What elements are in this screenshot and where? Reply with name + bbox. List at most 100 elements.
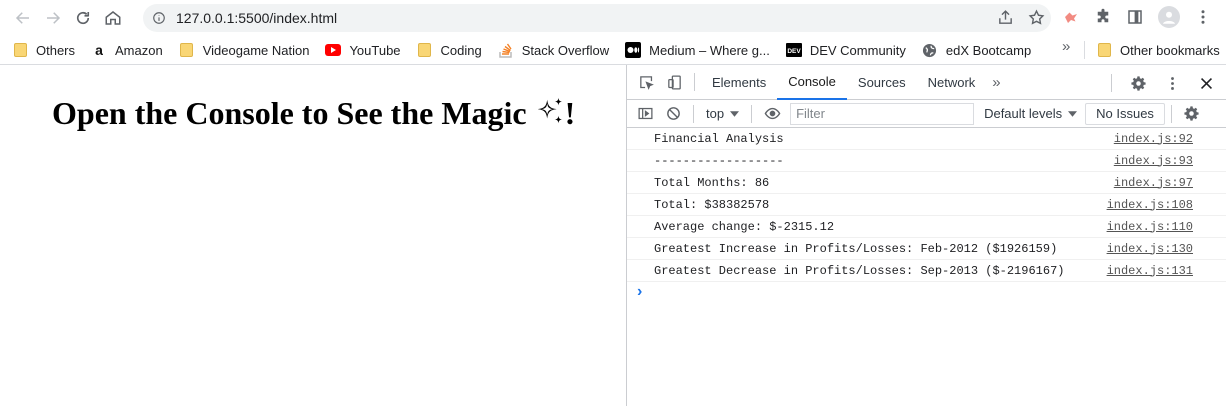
page-heading: Open the Console to See the Magic ! [52,95,575,132]
console-message: ------------------ index.js:93 [627,150,1226,172]
tab-console[interactable]: Console [777,65,847,100]
globe-icon [922,42,938,58]
message-text: Greatest Increase in Profits/Losses: Feb… [654,241,1058,256]
site-info-icon[interactable] [152,11,166,25]
bookmark-edx-bootcamp[interactable]: edX Bootcamp [914,38,1039,62]
source-link[interactable]: index.js:93 [1114,154,1193,168]
dev-icon: DEV [785,42,802,58]
source-link[interactable]: index.js:110 [1107,220,1193,234]
toolbar-divider [693,104,694,123]
console-settings-gear-icon[interactable] [1178,100,1206,128]
folder-icon [417,42,433,58]
tab-network[interactable]: Network [917,65,987,100]
home-icon[interactable] [98,3,128,33]
issues-button[interactable]: No Issues [1085,102,1165,125]
bookmark-amazon[interactable]: a Amazon [83,38,171,62]
bookmark-label: Others [36,42,76,58]
stackoverflow-icon [498,42,514,58]
source-link[interactable]: index.js:97 [1114,176,1193,190]
clear-console-icon[interactable] [659,100,687,128]
toolbar-divider [751,104,753,123]
bookmark-label: Medium – Where g... [649,42,770,58]
extension-logo-icon[interactable] [1062,8,1080,26]
page-heading-suffix: ! [564,95,576,131]
bookmark-youtube[interactable]: YouTube [317,38,408,62]
menu-kebab-icon[interactable] [1194,8,1212,26]
tab-sources[interactable]: Sources [847,65,917,100]
amazon-icon: a [95,42,103,58]
bookmarks-divider [1084,41,1085,59]
extensions-puzzle-icon[interactable] [1094,8,1112,26]
bookmark-label: YouTube [349,42,401,58]
console-filter-input[interactable]: Filter [790,102,975,125]
source-link[interactable]: index.js:92 [1114,132,1193,146]
message-text: ------------------ [654,153,784,168]
url-text[interactable]: 127.0.0.1:5500/index.html [176,10,337,26]
devtools-menu-kebab-icon[interactable] [1158,69,1186,97]
console-filter-bar: top Filter Default levels No Issues [627,100,1226,128]
tab-elements[interactable]: Elements [701,65,777,100]
toolbar-divider [1170,104,1172,123]
console-message: Average change: $-2315.12 index.js:110 [627,216,1226,238]
bookmark-label: edX Bootcamp [945,42,1032,58]
devtools-tabbar: Elements Console Sources Network » [627,65,1226,100]
back-arrow-icon[interactable] [8,3,38,33]
page-heading-text: Open the Console to See the Magic [52,95,527,131]
console-message: Greatest Increase in Profits/Losses: Feb… [627,238,1226,260]
levels-label: Default levels [984,106,1063,121]
source-link[interactable]: index.js:130 [1107,242,1193,256]
folder-icon [12,42,28,58]
bookmark-medium[interactable]: Medium – Where g... [617,38,778,62]
more-tabs-button[interactable]: » [986,65,1006,100]
console-prompt[interactable]: › [627,282,1226,302]
address-bar[interactable]: 127.0.0.1:5500/index.html [143,4,1051,32]
page-viewport: Open the Console to See the Magic ! [0,65,626,406]
bookmark-label: Other bookmarks [1120,42,1220,58]
console-output: Financial Analysis index.js:92 ---------… [627,128,1226,302]
live-expression-eye-icon[interactable] [758,100,786,128]
console-message: Greatest Decrease in Profits/Losses: Sep… [627,260,1226,282]
bookmark-dev-community[interactable]: DEV DEV Community [778,38,914,62]
source-link[interactable]: index.js:131 [1107,264,1193,278]
bookmark-label: Amazon [115,42,163,58]
context-selector[interactable]: top [700,106,745,121]
message-text: Financial Analysis [654,131,784,146]
caret-down-icon [730,110,740,117]
devtools-panel: Elements Console Sources Network » top F… [626,65,1226,406]
bookmark-coding[interactable]: Coding [409,38,490,62]
toolbar-divider [1111,74,1112,92]
medium-icon [625,42,642,58]
bookmark-label: Coding [440,42,482,58]
source-link[interactable]: index.js:108 [1107,198,1193,212]
device-toolbar-icon[interactable] [660,68,688,96]
settings-gear-icon[interactable] [1124,69,1152,97]
message-text: Total: $38382578 [654,197,770,212]
close-devtools-icon[interactable] [1192,69,1220,97]
bookmarks-overflow-button[interactable]: » [1062,38,1070,55]
bookmarks-bar: Others a Amazon Videogame Nation YouTube… [0,36,1226,64]
star-bookmark-icon[interactable] [1028,9,1045,26]
bookmark-videogame-nation[interactable]: Videogame Nation [171,38,318,62]
browser-toolbar: 127.0.0.1:5500/index.html [0,0,1226,36]
bookmark-stack-overflow[interactable]: Stack Overflow [490,38,617,62]
svg-text:DEV: DEV [787,48,801,55]
inspect-element-icon[interactable] [632,68,660,96]
toolbar-divider [694,73,695,91]
prompt-chevron-icon: › [637,283,643,300]
console-sidebar-icon[interactable] [631,100,659,128]
folder-icon [1096,42,1112,58]
folder-icon [179,42,195,58]
bookmark-other-bookmarks[interactable]: Other bookmarks [1088,38,1226,62]
caret-down-icon [1068,110,1078,117]
bookmark-others[interactable]: Others [4,38,83,62]
bookmark-label: Videogame Nation [202,42,310,58]
youtube-icon [325,42,342,58]
share-icon[interactable] [997,9,1014,26]
log-levels-dropdown[interactable]: Default levels [984,106,1078,121]
forward-arrow-icon[interactable] [38,3,68,33]
reload-icon[interactable] [68,3,98,33]
console-message: Financial Analysis index.js:92 [627,128,1226,150]
side-panel-icon[interactable] [1126,8,1144,26]
profile-avatar[interactable] [1158,6,1180,28]
message-text: Total Months: 86 [654,175,770,190]
